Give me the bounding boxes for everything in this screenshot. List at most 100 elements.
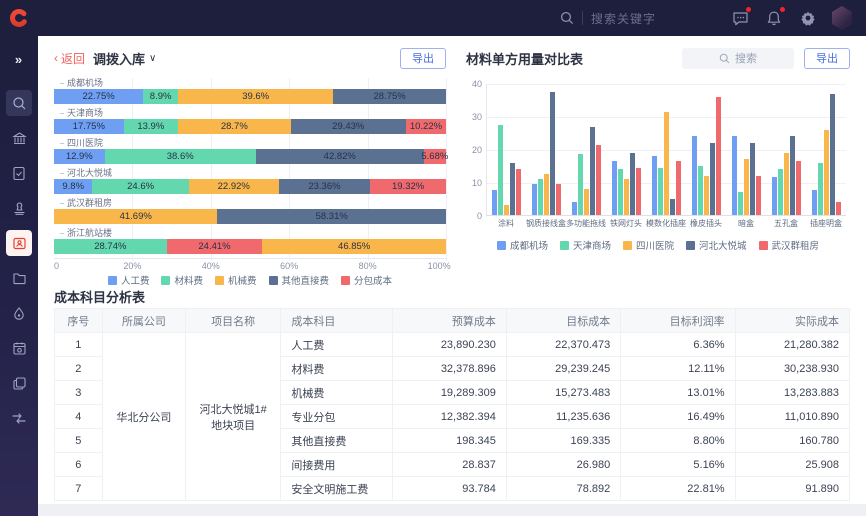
bar-segment[interactable]: 24.6%: [92, 179, 188, 194]
bar-segment[interactable]: 58.31%: [217, 209, 446, 224]
legend-item[interactable]: 人工费: [108, 273, 150, 287]
bar[interactable]: [612, 161, 617, 215]
bar[interactable]: [504, 205, 509, 215]
bar[interactable]: [692, 136, 697, 215]
app-logo[interactable]: [0, 0, 38, 36]
bar-segment[interactable]: 38.6%: [105, 149, 256, 164]
legend-item[interactable]: 其他直接费: [269, 273, 330, 287]
bar[interactable]: [698, 166, 703, 215]
sidebar-item-calendar-gear[interactable]: [6, 335, 32, 361]
bar-segment[interactable]: 19.32%: [370, 179, 446, 194]
bar-segment[interactable]: 5.68%: [424, 149, 446, 164]
bar[interactable]: [556, 184, 561, 215]
sidebar-item-seal[interactable]: [6, 195, 32, 221]
bar[interactable]: [704, 176, 709, 215]
bar[interactable]: [790, 136, 795, 215]
bar[interactable]: [784, 153, 789, 215]
bar[interactable]: [652, 156, 657, 215]
sidebar-expand-button[interactable]: »: [6, 46, 32, 72]
legend-item[interactable]: 河北大悦城: [686, 238, 747, 252]
bar[interactable]: [824, 130, 829, 215]
bar-segment[interactable]: 12.9%: [54, 149, 105, 164]
settings-button[interactable]: [798, 8, 818, 28]
bar[interactable]: [510, 163, 515, 215]
bar-segment[interactable]: 13.9%: [124, 119, 178, 134]
bar[interactable]: [538, 179, 543, 215]
sidebar-item-document-check[interactable]: [6, 160, 32, 186]
bar[interactable]: [584, 189, 589, 215]
bar-segment[interactable]: 28.75%: [333, 89, 446, 104]
export-button-left[interactable]: 导出: [400, 48, 446, 69]
bar[interactable]: [744, 159, 749, 215]
bar-segment[interactable]: 22.92%: [189, 179, 279, 194]
legend-item[interactable]: 四川医院: [623, 238, 674, 252]
bar-segment[interactable]: 9.8%: [54, 179, 92, 194]
sidebar-item-bank[interactable]: [6, 125, 32, 151]
bar-segment[interactable]: 41.69%: [54, 209, 217, 224]
bar[interactable]: [618, 169, 623, 215]
sidebar-item-workflow[interactable]: [6, 405, 32, 431]
bar[interactable]: [812, 190, 817, 215]
bar[interactable]: [796, 161, 801, 215]
bar[interactable]: [596, 145, 601, 215]
bar[interactable]: [732, 136, 737, 215]
legend-item[interactable]: 材料费: [161, 273, 203, 287]
back-button[interactable]: ‹ 返回: [54, 50, 85, 67]
bar[interactable]: [716, 97, 721, 215]
bar[interactable]: [836, 202, 841, 215]
bar[interactable]: [550, 92, 555, 215]
bar[interactable]: [492, 190, 497, 215]
chevron-down-icon[interactable]: ∨: [149, 53, 156, 64]
bar[interactable]: [590, 127, 595, 215]
bar-segment[interactable]: 17.75%: [54, 119, 124, 134]
notifications-button[interactable]: [764, 8, 784, 28]
user-avatar[interactable]: [832, 8, 852, 28]
bar[interactable]: [750, 143, 755, 215]
bar[interactable]: [710, 143, 715, 215]
legend-item[interactable]: 天津商场: [560, 238, 611, 252]
bar-segment[interactable]: 39.6%: [178, 89, 333, 104]
sidebar-item-search[interactable]: [6, 90, 32, 116]
messages-button[interactable]: [730, 8, 750, 28]
bar[interactable]: [544, 174, 549, 215]
bar[interactable]: [818, 163, 823, 215]
bar-segment[interactable]: 46.85%: [262, 239, 446, 254]
sidebar-item-materials-active[interactable]: [6, 230, 32, 256]
legend-item[interactable]: 分包成本: [341, 273, 392, 287]
bar-segment[interactable]: 23.36%: [279, 179, 371, 194]
bar[interactable]: [636, 168, 641, 215]
bar-segment[interactable]: 8.9%: [143, 89, 178, 104]
bar-segment[interactable]: 24.41%: [167, 239, 263, 254]
bar[interactable]: [624, 179, 629, 215]
bar[interactable]: [756, 176, 761, 215]
global-search[interactable]: 搜索关键字: [560, 10, 656, 27]
bar-segment[interactable]: 28.7%: [178, 119, 291, 134]
bar-segment[interactable]: 28.74%: [54, 239, 167, 254]
bar[interactable]: [532, 184, 537, 215]
bar[interactable]: [658, 168, 663, 215]
bar[interactable]: [676, 161, 681, 215]
sidebar-item-pages[interactable]: [6, 370, 32, 396]
bar[interactable]: [578, 154, 583, 215]
sidebar-item-droplet[interactable]: [6, 300, 32, 326]
bar[interactable]: [830, 94, 835, 215]
material-search-input[interactable]: 搜索: [682, 48, 794, 69]
legend-item[interactable]: 武汉群租房: [759, 238, 820, 252]
bar-segment[interactable]: 22.75%: [54, 89, 143, 104]
bar[interactable]: [572, 202, 577, 215]
bar-segment[interactable]: 29.43%: [291, 119, 406, 134]
sidebar-item-folder[interactable]: [6, 265, 32, 291]
bar[interactable]: [670, 199, 675, 215]
bar[interactable]: [664, 112, 669, 215]
bar[interactable]: [516, 169, 521, 215]
bar[interactable]: [630, 153, 635, 215]
bar[interactable]: [738, 192, 743, 215]
legend-item[interactable]: 成都机场: [497, 238, 548, 252]
bar-segment[interactable]: 42.82%: [256, 149, 424, 164]
legend-item[interactable]: 机械费: [215, 273, 257, 287]
export-button-right[interactable]: 导出: [804, 48, 850, 69]
bar[interactable]: [778, 169, 783, 215]
bar[interactable]: [772, 177, 777, 215]
bar[interactable]: [498, 125, 503, 215]
bar-segment[interactable]: 10.22%: [406, 119, 446, 134]
